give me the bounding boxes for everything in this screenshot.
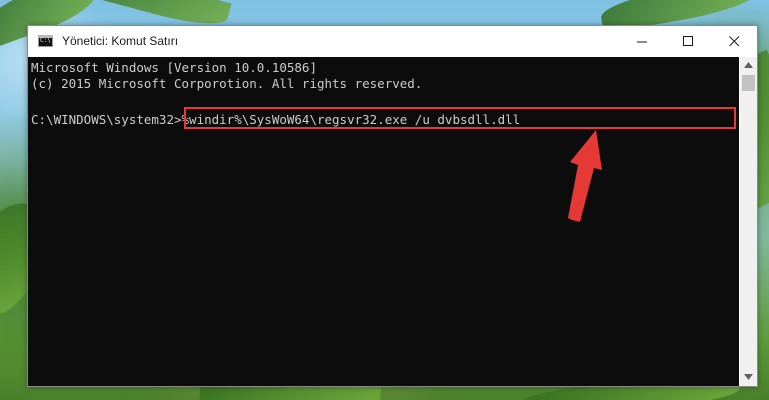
command-prompt: C:\WINDOWS\system32>	[31, 112, 182, 127]
close-button[interactable]	[712, 26, 757, 57]
console-output[interactable]: Microsoft Windows [Version 10.0.10586] (…	[28, 57, 739, 386]
scroll-up-button[interactable]	[740, 57, 757, 74]
command-highlight-box	[184, 107, 736, 129]
close-icon	[729, 36, 740, 47]
console-line: (c) 2015 Microsoft Corporotion. All righ…	[31, 76, 423, 91]
minimize-button[interactable]	[620, 26, 665, 57]
maximize-button[interactable]	[666, 26, 711, 57]
vertical-scrollbar[interactable]	[740, 57, 757, 386]
minimize-icon	[637, 41, 647, 43]
maximize-icon	[683, 36, 693, 46]
title-bar[interactable]: C:\ Yönetici: Komut Satırı	[28, 26, 757, 57]
cmd-icon: C:\	[38, 35, 53, 47]
red-arrow-icon	[568, 130, 602, 222]
chevron-up-icon	[744, 62, 753, 68]
window-title: Yönetici: Komut Satırı	[62, 34, 179, 48]
command-prompt-window[interactable]: C:\ Yönetici: Komut Satırı Microsoft Win…	[27, 25, 758, 387]
scroll-down-button[interactable]	[740, 369, 757, 386]
scroll-thumb[interactable]	[742, 75, 755, 91]
chevron-down-icon	[744, 374, 753, 380]
cmd-icon-label: C:\	[40, 37, 51, 44]
console-line: Microsoft Windows [Version 10.0.10586]	[31, 60, 317, 75]
